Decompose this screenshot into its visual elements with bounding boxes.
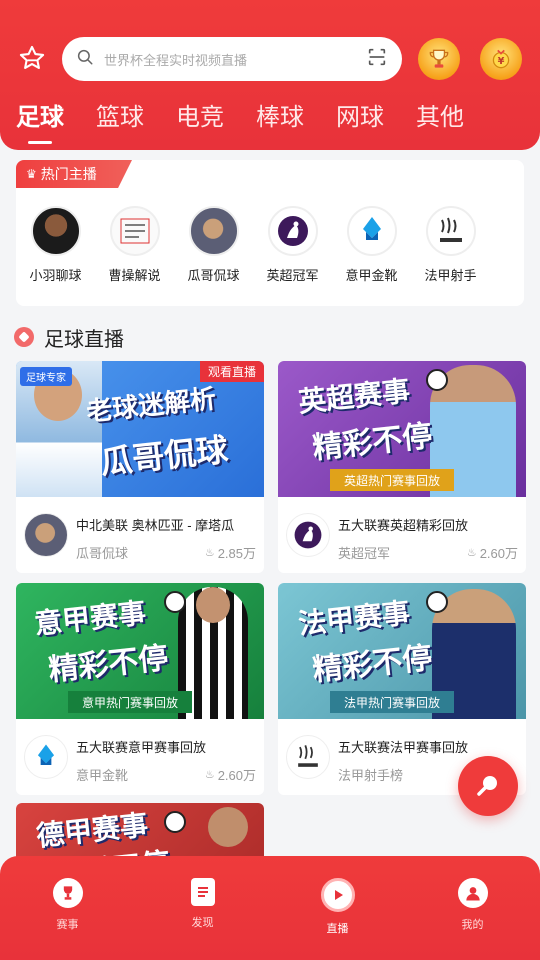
stream-info: 中北美联 奥林匹亚 - 摩塔瓜 瓜哥侃球 ♨ 2.85万 <box>16 501 264 571</box>
stream-card[interactable]: 意甲赛事 精彩不停 意甲热门赛事回放 五大联赛意甲赛事回放 意甲金靴 ♨ 2.60… <box>16 583 264 795</box>
search-icon <box>76 48 94 71</box>
nav-label: 我的 <box>461 919 484 931</box>
live-play-icon <box>320 878 355 912</box>
nav-label: 直播 <box>326 923 349 935</box>
tab-basketball[interactable]: 篮球 <box>96 98 144 142</box>
ligue1-logo <box>286 735 330 779</box>
magnifier-icon <box>477 776 497 796</box>
anchor-name: 英超冠军 <box>266 268 319 283</box>
anchor-name: 瓜哥侃球 <box>187 268 240 283</box>
bottom-nav: 赛事 发现 直播 我的 <box>0 856 540 960</box>
nav-profile[interactable]: 我的 <box>405 856 540 960</box>
nav-discover[interactable]: 发现 <box>135 856 270 960</box>
tab-tennis[interactable]: 网球 <box>336 98 384 142</box>
float-search-button[interactable] <box>458 756 518 816</box>
stream-title: 五大联赛英超精彩回放 <box>338 518 469 533</box>
anchor-item[interactable]: 小羽聊球 <box>16 206 95 284</box>
profile-icon <box>457 878 488 908</box>
anchor-list: 小羽聊球 曹操解说 瓜哥侃球 英超冠军 意甲金靴 法甲射手 <box>16 206 490 284</box>
stream-info: 五大联赛英超精彩回放 英超冠军 ♨ 2.60万 <box>278 501 526 571</box>
anchor-item[interactable]: 英超冠军 <box>253 206 332 284</box>
view-count: ♨ 2.85万 <box>204 546 256 561</box>
trophy-icon <box>52 878 83 908</box>
anchor-item[interactable]: 瓜哥侃球 <box>174 206 253 284</box>
avatar <box>24 513 68 557</box>
svg-text:¥: ¥ <box>498 56 505 67</box>
sport-tabs: 足球 篮球 电竞 棒球 网球 其他 <box>0 98 540 144</box>
avatar <box>188 206 239 256</box>
hot-anchors-label: 热门主播 <box>40 166 97 182</box>
stream-title: 中北美联 奥林匹亚 - 摩塔瓜 <box>76 518 235 533</box>
crown-icon: ♛ <box>26 167 37 181</box>
stream-thumbnail: 法甲赛事 精彩不停 法甲热门赛事回放 <box>278 583 526 719</box>
stream-card[interactable]: 英超赛事 精彩不停 英超热门赛事回放 五大联赛英超精彩回放 英超冠军 ♨ 2.60… <box>278 361 526 573</box>
nav-label: 赛事 <box>56 919 79 931</box>
thumb-line2: 精彩不停 <box>310 641 434 688</box>
fire-icon: ♨ <box>204 547 215 559</box>
stream-thumbnail: 德甲赛事 精彩不停 <box>16 803 264 863</box>
stream-title: 五大联赛意甲赛事回放 <box>76 740 207 755</box>
view-count: ♨ 2.60万 <box>466 546 518 561</box>
favorite-star-icon[interactable] <box>18 44 46 72</box>
thumb-line1: 英超赛事 <box>296 375 412 418</box>
hot-anchors-tag: ♛ 热门主播 <box>16 160 132 188</box>
hot-anchors-panel: ♛ 热门主播 小羽聊球 曹操解说 瓜哥侃球 英超冠军 意甲金靴 法甲射手 <box>16 160 524 306</box>
view-count: ♨ 2.60万 <box>204 768 256 783</box>
stream-info: 五大联赛意甲赛事回放 意甲金靴 ♨ 2.60万 <box>16 723 264 793</box>
anchor-name: 小羽聊球 <box>29 268 82 283</box>
gift-coin-icon[interactable]: ¥ <box>480 38 522 80</box>
header: 世界杯全程实时视频直播 ¥ 足球 篮球 电竞 棒球 网球 其他 <box>0 0 540 150</box>
stream-card[interactable]: 足球专家 观看直播 老球迷解析 瓜哥侃球 中北美联 奥林匹亚 - 摩塔瓜 瓜哥侃… <box>16 361 264 573</box>
tab-baseball[interactable]: 棒球 <box>256 98 304 142</box>
stream-card[interactable]: 德甲赛事 精彩不停 <box>16 803 264 863</box>
stream-anchor: 意甲金靴 <box>76 768 129 783</box>
anchor-name: 曹操解说 <box>108 268 161 283</box>
anchor-item[interactable]: 曹操解说 <box>95 206 174 284</box>
anchor-name: 意甲金靴 <box>345 268 398 283</box>
stream-anchor: 瓜哥侃球 <box>76 546 129 561</box>
thumb-line1: 意甲赛事 <box>32 597 148 640</box>
tab-esports[interactable]: 电竞 <box>176 98 224 142</box>
avatar <box>30 206 81 256</box>
thumb-line1: 法甲赛事 <box>296 597 412 640</box>
stream-thumbnail: 英超赛事 精彩不停 英超热门赛事回放 <box>278 361 526 497</box>
thumb-strip: 法甲热门赛事回放 <box>330 691 455 713</box>
fire-icon: ♨ <box>204 769 215 781</box>
stream-thumbnail: 意甲赛事 精彩不停 意甲热门赛事回放 <box>16 583 264 719</box>
anchor-item[interactable]: 法甲射手 <box>411 206 490 284</box>
expert-badge: 足球专家 <box>20 367 72 386</box>
serie-a-logo <box>24 735 68 779</box>
stream-anchor: 法甲射手榜 <box>338 768 404 783</box>
stream-thumbnail: 足球专家 观看直播 老球迷解析 瓜哥侃球 <box>16 361 264 497</box>
news-icon <box>190 878 215 906</box>
nav-events[interactable]: 赛事 <box>0 856 135 960</box>
serie-a-logo <box>346 206 397 256</box>
tab-football[interactable]: 足球 <box>16 98 64 144</box>
section-title-text: 足球直播 <box>44 328 124 351</box>
tab-other[interactable]: 其他 <box>416 98 464 142</box>
premier-league-logo <box>267 206 318 256</box>
search-placeholder: 世界杯全程实时视频直播 <box>104 52 248 68</box>
thumb-line2: 精彩不停 <box>310 419 434 466</box>
thumb-line2: 精彩不停 <box>46 641 170 688</box>
section-title: 足球直播 <box>14 322 124 352</box>
thumb-line2: 瓜哥侃球 <box>98 431 230 481</box>
scan-icon[interactable] <box>366 46 388 73</box>
nav-label: 发现 <box>191 917 214 929</box>
avatar <box>109 206 160 256</box>
stream-title: 五大联赛法甲赛事回放 <box>338 740 469 755</box>
search-bar[interactable]: 世界杯全程实时视频直播 <box>62 37 402 81</box>
football-icon <box>14 327 34 347</box>
thumb-strip: 英超热门赛事回放 <box>330 469 455 491</box>
anchor-name: 法甲射手 <box>424 268 477 283</box>
anchor-item[interactable]: 意甲金靴 <box>332 206 411 284</box>
trophy-icon[interactable] <box>418 38 460 80</box>
premier-league-logo <box>286 513 330 557</box>
fire-icon: ♨ <box>466 547 477 559</box>
stream-anchor: 英超冠军 <box>338 546 391 561</box>
thumb-strip: 意甲热门赛事回放 <box>68 691 193 713</box>
thumb-line1: 老球迷解析 <box>84 383 218 427</box>
ligue1-logo <box>425 206 476 256</box>
nav-live[interactable]: 直播 <box>270 856 405 960</box>
